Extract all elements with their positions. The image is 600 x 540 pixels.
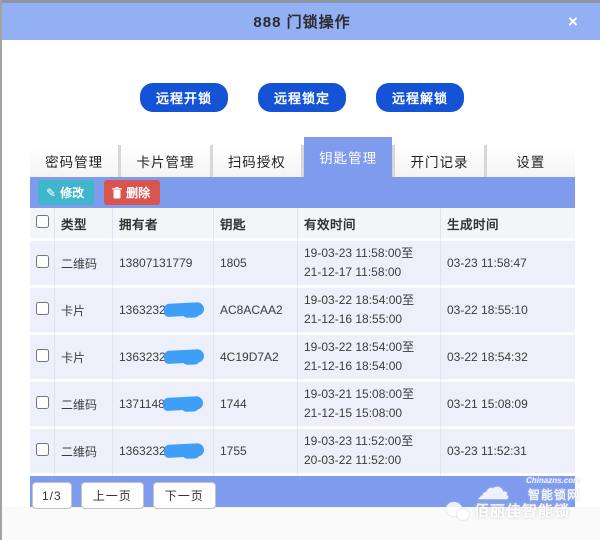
cell-key: 1744 (214, 382, 298, 429)
delete-button[interactable]: 删除 (104, 180, 161, 205)
table-row: 卡片 1363232 AC8ACAA2 19-03-22 18:54:00至 2… (30, 288, 575, 335)
cell-owner: 1363232 (113, 288, 214, 335)
cell-valid-time: 19-03-23 11:52:00至 20-03-22 11:52:00 (298, 429, 441, 476)
column-header-key: 钥匙 (214, 208, 298, 241)
dialog-titlebar: 888 门锁操作 × (2, 3, 600, 40)
row-checkbox[interactable] (35, 255, 49, 268)
tab-key-management[interactable]: 钥匙管理 (303, 137, 393, 177)
cell-key: AC8ACAA2 (214, 288, 298, 335)
redaction-scribble (163, 349, 205, 365)
cell-key: 1755 (214, 429, 298, 476)
tab-card-management[interactable]: 卡片管理 (121, 145, 210, 177)
cell-created-time: 03-22 18:54:32 (441, 335, 575, 382)
table-row: 二维码 13807131779 1805 19-03-23 11:58:00至 … (30, 241, 575, 288)
door-lock-dialog: 888 门锁操作 × 远程开锁 远程锁定 远程解锁 密码管理 卡片管理 扫码授权… (0, 0, 600, 540)
pencil-icon: ✎ (46, 185, 57, 200)
modify-button[interactable]: ✎ 修改 (38, 180, 95, 205)
table-toolbar: ✎ 修改 删除 (30, 177, 575, 208)
cell-created-time: 03-21 15:08:09 (441, 382, 575, 429)
cell-valid-time: 19-03-21 15:08:00至 21-12-15 15:08:00 (298, 382, 441, 429)
tab-bar: 密码管理 卡片管理 扫码授权 钥匙管理 开门记录 设置 (30, 137, 575, 177)
column-header-owner: 拥有者 (113, 208, 214, 241)
table-row: 二维码 1371148 1744 19-03-21 15:08:00至 21-1… (30, 382, 575, 429)
tab-settings[interactable]: 设置 (486, 145, 575, 177)
table-row: 二维码 1363232 1755 19-03-23 11:52:00至 20-0… (30, 429, 575, 476)
row-checkbox[interactable] (35, 349, 49, 362)
redaction-scribble (163, 443, 205, 459)
cell-owner: 1363232 (113, 335, 214, 382)
prev-page-button[interactable]: 上一页 (80, 482, 144, 509)
column-header-type: 类型 (55, 208, 113, 241)
keys-table: 类型 拥有者 钥匙 有效时间 生成时间 二维码 13807131779 1805… (30, 208, 575, 476)
column-header-valid-time: 有效时间 (298, 208, 441, 241)
cell-type: 二维码 (55, 382, 113, 429)
tab-password-management[interactable]: 密码管理 (30, 145, 119, 177)
cell-owner: 1371148 (113, 382, 214, 429)
table-row: 卡片 1363232 4C19D7A2 19-03-22 18:54:00至 2… (30, 335, 575, 382)
row-checkbox[interactable] (35, 396, 49, 409)
pagination: 1/3 上一页 下一页 (32, 482, 216, 509)
modify-button-label: 修改 (60, 186, 85, 200)
page-indicator: 1/3 (32, 482, 72, 509)
cell-type: 卡片 (55, 335, 113, 382)
next-page-button[interactable]: 下一页 (152, 482, 216, 509)
redaction-scribble (162, 396, 204, 412)
close-icon[interactable]: × (562, 11, 584, 33)
select-all-checkbox[interactable] (35, 215, 49, 228)
cell-type: 二维码 (55, 241, 113, 288)
cell-key: 1805 (214, 241, 298, 288)
cell-key: 4C19D7A2 (214, 335, 298, 382)
tab-scan-authorization[interactable]: 扫码授权 (212, 145, 301, 177)
cell-owner: 13807131779 (113, 241, 214, 288)
redaction-scribble (163, 302, 205, 318)
cell-type: 二维码 (55, 429, 113, 476)
remote-release-button[interactable]: 远程解锁 (376, 83, 465, 112)
dialog-title: 888 门锁操作 (253, 14, 351, 31)
table-header-row: 类型 拥有者 钥匙 有效时间 生成时间 (30, 208, 575, 241)
remote-lock-button[interactable]: 远程锁定 (257, 83, 346, 112)
remote-action-bar: 远程开锁 远程锁定 远程解锁 (2, 83, 600, 112)
tab-open-records[interactable]: 开门记录 (395, 145, 484, 177)
delete-button-label: 删除 (126, 186, 151, 200)
cell-owner: 1363232 (113, 429, 214, 476)
column-header-created-time: 生成时间 (441, 208, 575, 241)
cell-valid-time: 19-03-23 11:58:00至 21-12-17 11:58:00 (298, 241, 441, 288)
row-checkbox[interactable] (35, 302, 49, 315)
bottom-background (2, 507, 600, 540)
row-checkbox[interactable] (35, 443, 49, 456)
cell-created-time: 03-23 11:58:47 (441, 241, 575, 288)
cell-created-time: 03-22 18:55:10 (441, 288, 575, 335)
trash-icon (112, 186, 123, 198)
cell-created-time: 03-23 11:52:31 (441, 429, 575, 476)
cell-valid-time: 19-03-22 18:54:00至 21-12-16 18:54:00 (298, 335, 441, 382)
remote-unlock-button[interactable]: 远程开锁 (139, 83, 228, 112)
cell-type: 卡片 (55, 288, 113, 335)
cell-valid-time: 19-03-22 18:54:00至 21-12-16 18:55:00 (298, 288, 441, 335)
